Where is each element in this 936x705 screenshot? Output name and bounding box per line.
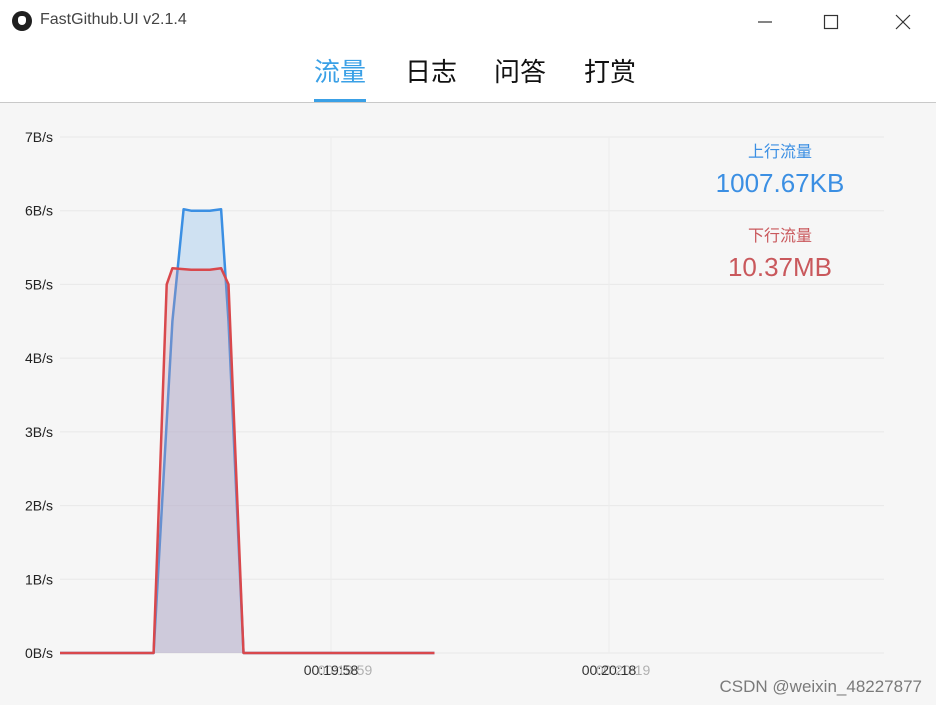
maximize-button[interactable] [808, 6, 854, 38]
minimize-icon [758, 21, 772, 23]
y-tick-label: 4B/s [25, 350, 53, 366]
title-bar: FastGithub.UI v2.1.4 [0, 0, 936, 44]
github-cat-icon [12, 11, 32, 31]
close-button[interactable] [880, 6, 926, 38]
y-tick-label: 7B/s [25, 129, 53, 145]
x-tick-label: 00:20:18 [582, 662, 637, 678]
upload-label: 上行流量 [747, 142, 812, 161]
tab-donate[interactable]: 打赏 [584, 56, 636, 102]
tab-traffic[interactable]: 流量 [314, 56, 367, 102]
download-series-area [60, 268, 435, 653]
download-label: 下行流量 [747, 226, 812, 245]
upload-series-area [60, 209, 435, 653]
tab-logs[interactable]: 日志 [405, 56, 457, 102]
x-tick-label: 00:19:58 [304, 662, 359, 678]
upload-value: 1007.67KB [715, 168, 845, 198]
tab-bar: 流量 日志 问答 打赏 [0, 44, 936, 103]
minimize-button[interactable] [742, 6, 788, 38]
tab-qa[interactable]: 问答 [494, 56, 546, 102]
upload-stat: 上行流量 1007.67KB [695, 138, 865, 199]
download-value: 10.37MB [727, 252, 833, 282]
maximize-icon [823, 14, 839, 30]
y-tick-label: 6B/s [25, 203, 53, 219]
upload-series-line [60, 207, 435, 655]
watermark: CSDN @weixin_48227877 [719, 677, 922, 696]
traffic-chart: 0B/s 1B/s 2B/s 3B/s 4B/s 5B/s 6B/s 7B/s 00:19:59… [0, 103, 936, 705]
y-tick-label: 2B/s [25, 498, 53, 514]
download-stat: 下行流量 10.37MB [695, 222, 865, 283]
close-icon [895, 14, 911, 30]
download-series-line [60, 266, 435, 655]
y-tick-label: 0B/s [25, 645, 53, 661]
y-tick-label: 3B/s [25, 424, 53, 440]
window-title: FastGithub.UI v2.1.4 [40, 11, 187, 28]
y-tick-label: 1B/s [25, 571, 53, 587]
y-tick-label: 5B/s [25, 276, 53, 292]
